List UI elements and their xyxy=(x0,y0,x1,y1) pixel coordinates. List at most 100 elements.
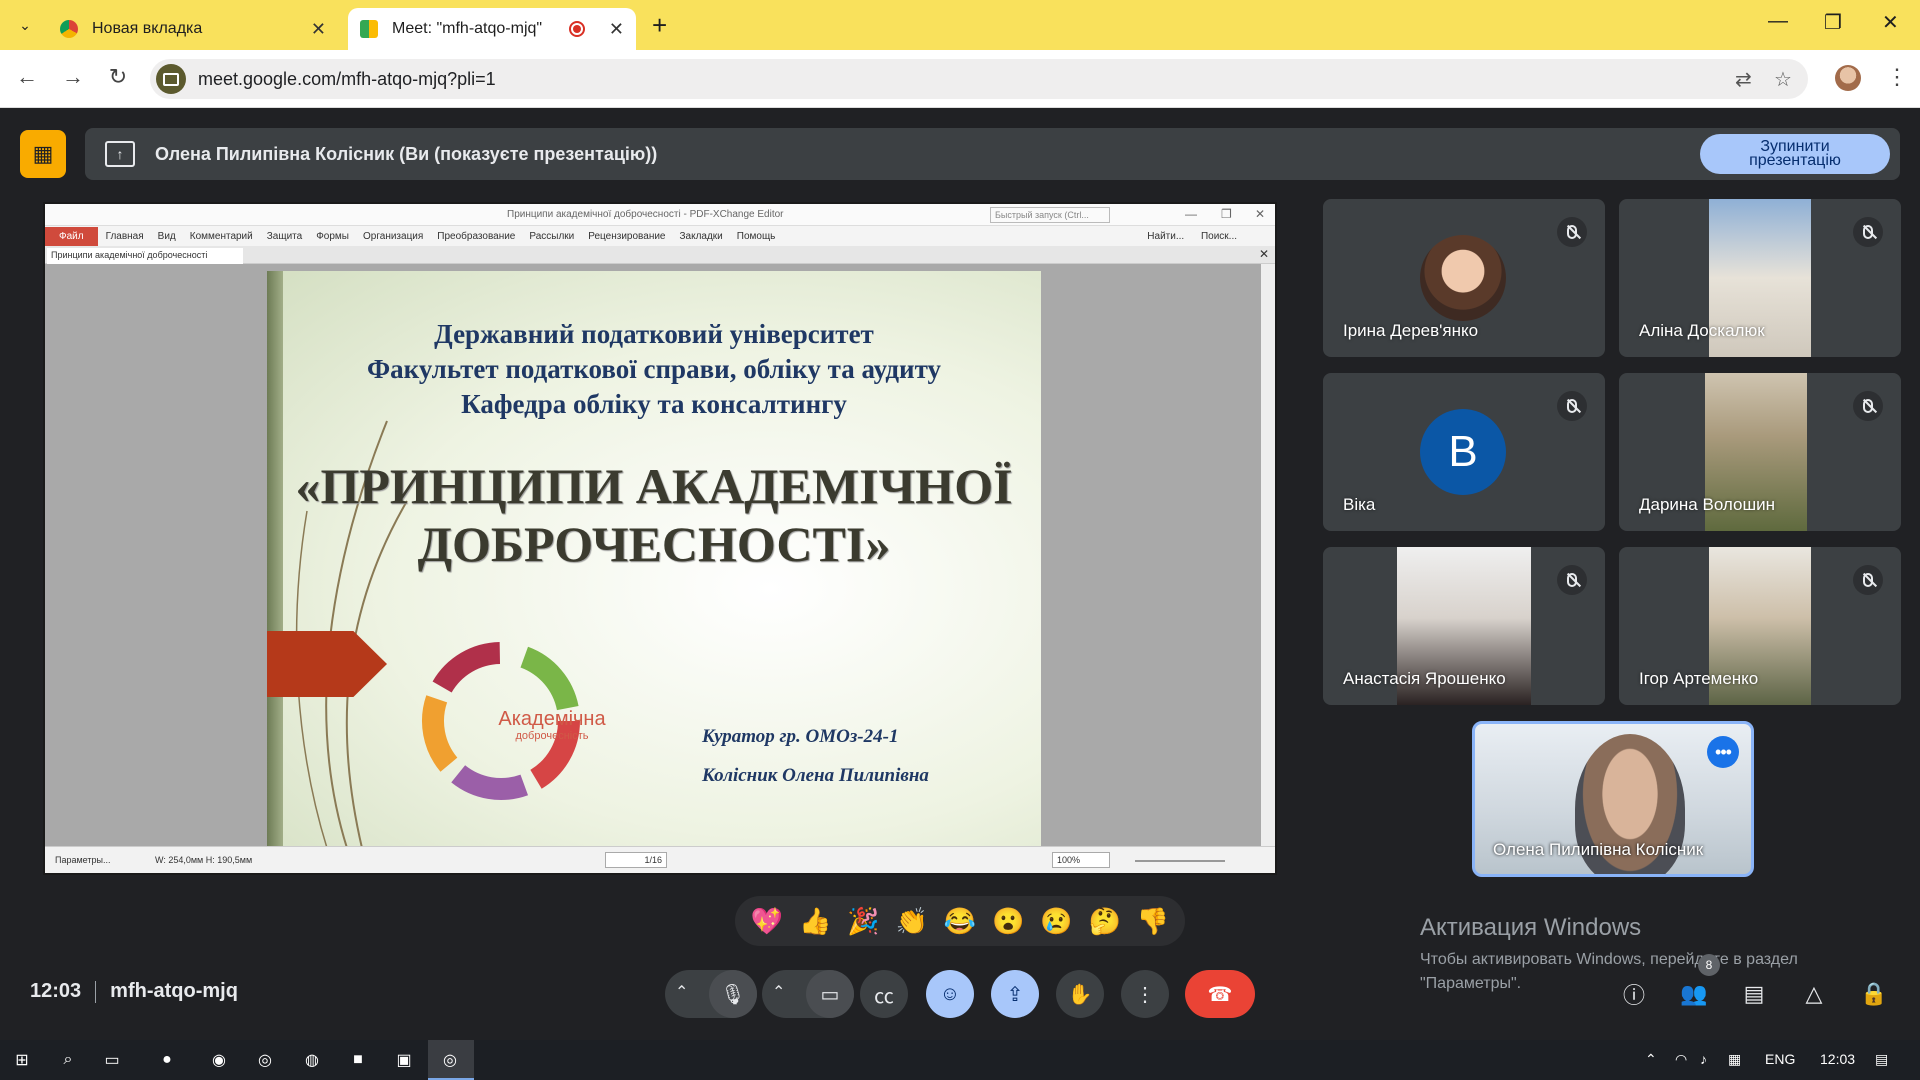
address-bar[interactable]: meet.google.com/mfh-atqo-mjq?pli=1 ⇄ ☆ xyxy=(150,59,1808,99)
pdf-doc-tab[interactable]: Принципи академічної доброчесності xyxy=(47,248,243,264)
pdf-menu-bookmarks[interactable]: Закладки xyxy=(679,231,722,242)
app-icon-assistant[interactable]: ● xyxy=(155,1048,179,1072)
pdf-params[interactable]: Параметры... xyxy=(55,855,110,865)
pdf-menu-comment[interactable]: Комментарий xyxy=(190,231,253,242)
recording-icon xyxy=(568,21,585,37)
video-options-icon[interactable]: ⌃ xyxy=(772,982,785,1002)
zoom-app-icon[interactable]: ◉ xyxy=(207,1048,231,1072)
firefox-app-icon[interactable]: ◍ xyxy=(300,1048,324,1072)
site-info-icon[interactable] xyxy=(156,64,186,94)
host-controls-icon[interactable]: 🔒 xyxy=(1858,978,1890,1010)
reaction-thinking[interactable]: 🤔 xyxy=(1085,906,1125,937)
captions-button[interactable]: ㏄ xyxy=(860,970,908,1018)
pdf-page-number[interactable]: 1/16 xyxy=(605,852,667,868)
pdf-menu-home[interactable]: Главная xyxy=(106,231,144,242)
chrome-active-app-icon[interactable]: ◎ xyxy=(438,1048,462,1072)
slide-title-line2: ДОБРОЧЕСНОСТІ» xyxy=(417,516,891,572)
pdf-menu-file[interactable]: Файл xyxy=(45,226,98,246)
profile-avatar[interactable] xyxy=(1835,65,1861,91)
minecraft-app-icon[interactable]: ■ xyxy=(346,1048,370,1072)
tab-meet[interactable]: Meet: "mfh-atqo-mjq" ✕ xyxy=(348,8,636,50)
mic-off-icon xyxy=(1853,565,1883,595)
translate-icon[interactable]: ⇄ xyxy=(1735,67,1752,92)
participant-tile[interactable]: Анастасія Ярошенко xyxy=(1323,547,1605,705)
meeting-info: 12:03 mfh-atqo-mjq xyxy=(30,980,238,1003)
pdf-doc-close-icon[interactable]: ✕ xyxy=(1259,247,1269,261)
pdf-scrollbar[interactable] xyxy=(1261,264,1275,848)
windows-start-icon[interactable]: ⊞ xyxy=(10,1048,34,1072)
minimize-icon[interactable]: — xyxy=(1768,10,1788,33)
tray-chevron-icon[interactable]: ⌃ xyxy=(1645,1051,1657,1068)
language-indicator[interactable]: ENG xyxy=(1765,1051,1795,1067)
pdf-zoom[interactable]: 100% xyxy=(1052,852,1110,868)
emoji-button[interactable]: ☺ xyxy=(926,970,974,1018)
pdf-zoom-slider[interactable] xyxy=(1135,860,1225,862)
camera-icon[interactable]: ▭ xyxy=(806,970,854,1018)
tab-new-tab[interactable]: Новая вкладка ✕ xyxy=(48,8,338,50)
forward-icon[interactable]: → xyxy=(58,64,88,90)
participant-tile[interactable]: Аліна Доскалюк xyxy=(1619,199,1901,357)
cycle-label: Академічна xyxy=(498,708,606,730)
network-icon[interactable]: ▦ xyxy=(1728,1051,1741,1068)
pdf-minimize-icon[interactable]: — xyxy=(1185,207,1197,221)
volume-icon[interactable]: ♪ xyxy=(1700,1051,1707,1067)
pdf-menu-protect[interactable]: Защита xyxy=(267,231,302,242)
pdf-menu-help[interactable]: Помощь xyxy=(737,231,776,242)
reaction-crying[interactable]: 😢 xyxy=(1036,906,1076,937)
chat-icon[interactable]: ▤ xyxy=(1738,978,1770,1010)
notifications-icon[interactable]: ▤ xyxy=(1875,1051,1888,1068)
pdf-menu-convert[interactable]: Преобразование xyxy=(437,231,515,242)
reaction-laughing[interactable]: 😂 xyxy=(940,906,980,937)
pdf-menu-view[interactable]: Вид xyxy=(158,231,176,242)
back-icon[interactable]: ← xyxy=(12,64,42,90)
close-tab-icon[interactable]: ✕ xyxy=(609,19,624,40)
reaction-surprised[interactable]: 😮 xyxy=(988,906,1028,937)
pdf-editor-app-icon[interactable]: ▣ xyxy=(392,1048,416,1072)
pdf-menu-review[interactable]: Рецензирование xyxy=(588,231,665,242)
restore-icon[interactable]: ❐ xyxy=(1824,10,1842,35)
presenting-indicator-icon[interactable]: ▦ xyxy=(20,130,66,178)
menu-icon[interactable]: ⋮ xyxy=(1886,64,1908,90)
more-options-button[interactable]: ⋮ xyxy=(1121,970,1169,1018)
microphone-icon[interactable]: 🎙 xyxy=(709,970,757,1018)
participant-tile[interactable]: Ірина Дерев'янко xyxy=(1323,199,1605,357)
close-tab-icon[interactable]: ✕ xyxy=(311,19,326,40)
raise-hand-button[interactable]: ✋ xyxy=(1056,970,1104,1018)
participant-tile[interactable]: Ігор Артеменко xyxy=(1619,547,1901,705)
quick-launch-field[interactable]: Быстрый запуск (Ctrl... xyxy=(990,207,1110,223)
search-icon[interactable]: ⌕ xyxy=(56,1048,80,1072)
reload-icon[interactable]: ↻ xyxy=(103,64,133,90)
pdf-menu-forms[interactable]: Формы xyxy=(316,231,349,242)
reaction-thumbs-up[interactable]: 👍 xyxy=(795,906,835,937)
pdf-close-icon[interactable]: ✕ xyxy=(1255,207,1265,221)
pdf-restore-icon[interactable]: ❐ xyxy=(1221,207,1232,221)
info-icon[interactable]: ⓘ xyxy=(1618,978,1650,1010)
reaction-sparkling-heart[interactable]: 💖 xyxy=(747,906,787,937)
pdf-menu-organize[interactable]: Организация xyxy=(363,231,423,242)
present-button[interactable]: ⇪ xyxy=(991,970,1039,1018)
wifi-icon[interactable]: ◠ xyxy=(1675,1051,1687,1068)
more-options-icon[interactable]: ••• xyxy=(1707,736,1739,768)
participant-tile[interactable]: В Віка xyxy=(1323,373,1605,531)
star-icon[interactable]: ☆ xyxy=(1774,67,1792,92)
tab-list-icon[interactable]: ⌄ xyxy=(8,10,42,40)
reaction-thumbs-down[interactable]: 👎 xyxy=(1133,906,1173,937)
window-close-icon[interactable]: ✕ xyxy=(1882,10,1899,35)
people-icon[interactable]: 👥 xyxy=(1678,978,1710,1010)
reaction-party-popper[interactable]: 🎉 xyxy=(844,906,884,937)
chrome-app-icon[interactable]: ◎ xyxy=(253,1048,277,1072)
participant-tile[interactable]: Дарина Волошин xyxy=(1619,373,1901,531)
captions-icon: ㏄ xyxy=(874,985,894,1008)
clock[interactable]: 12:03 xyxy=(1820,1051,1855,1067)
activities-icon[interactable]: △ xyxy=(1798,978,1830,1010)
mic-off-icon xyxy=(1557,391,1587,421)
stop-presenting-button[interactable]: Зупинити презентацію xyxy=(1700,134,1890,174)
task-view-icon[interactable]: ▭ xyxy=(100,1048,124,1072)
pdf-menu-mailings[interactable]: Рассылки xyxy=(529,231,574,242)
pdf-find-search[interactable]: Найти... Поиск... xyxy=(1147,231,1251,242)
audio-options-icon[interactable]: ⌃ xyxy=(675,982,688,1002)
self-view-tile[interactable]: ••• Олена Пилипівна Колісник xyxy=(1472,721,1754,877)
reaction-clapping[interactable]: 👏 xyxy=(892,906,932,937)
new-tab-button[interactable]: + xyxy=(652,10,667,41)
leave-call-button[interactable]: ☎ xyxy=(1185,970,1255,1018)
